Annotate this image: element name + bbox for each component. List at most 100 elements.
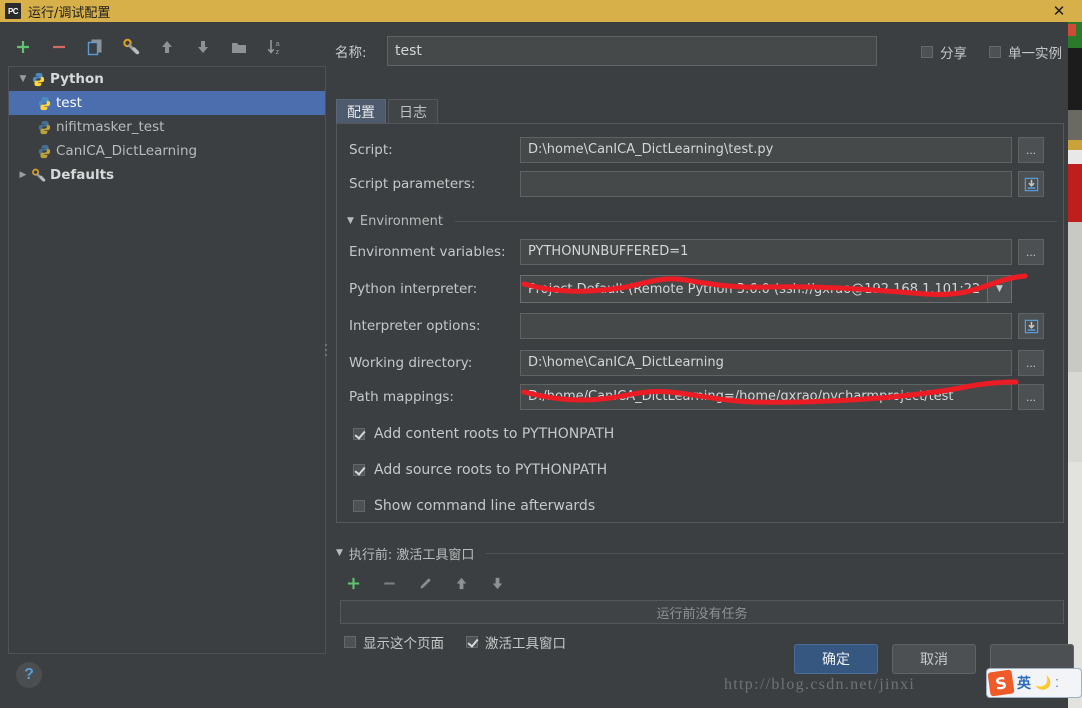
path-mappings-input[interactable]: D:/home/CanICA_DictLearning=/home/gxrao/… — [520, 384, 1012, 410]
working-directory-label: Working directory: — [349, 355, 473, 371]
checkbox-box — [344, 636, 356, 648]
working-directory-input[interactable]: D:\home\CanICA_DictLearning — [520, 350, 1012, 376]
python-interpreter-combobox[interactable]: Project Default (Remote Python 3.6.0 (ss… — [520, 275, 1012, 303]
tree-item-nifitmasker-test[interactable]: nifitmasker_test — [9, 115, 325, 139]
show-this-page-checkbox[interactable]: 显示这个页面 — [344, 632, 444, 652]
tab-configuration[interactable]: 配置 — [336, 99, 386, 124]
configuration-editor-pane: 名称: test 分享 单一实例 配置 日志 Script: D:\home\C… — [332, 22, 1068, 708]
name-label: 名称: — [335, 45, 367, 61]
python-icon — [37, 120, 52, 135]
configurations-tree[interactable]: ▼ Python test nifitmasker_test CanICA_Di… — [8, 66, 326, 654]
ime-toolbar[interactable]: S 英 🌙 ⁚ — [986, 668, 1082, 698]
path-mappings-label: Path mappings: — [349, 389, 454, 405]
share-label: 分享 — [940, 46, 967, 62]
moon-icon[interactable]: 🌙 — [1035, 675, 1051, 691]
interpreter-options-row: Interpreter options: — [337, 312, 1065, 340]
section-divider — [486, 552, 1064, 554]
script-parameters-input[interactable] — [520, 171, 1012, 197]
tree-group-python[interactable]: ▼ Python — [9, 67, 325, 91]
tree-item-canica-dictlearning-label: CanICA_DictLearning — [56, 143, 198, 159]
before-launch-task-list[interactable]: 运行前没有任务 — [340, 600, 1064, 624]
show-this-page-label: 显示这个页面 — [363, 636, 444, 652]
ime-mode-label[interactable]: 英 — [1017, 673, 1031, 693]
sort-alphabetically-button[interactable]: a z — [262, 34, 288, 60]
add-task-button[interactable] — [340, 570, 366, 596]
activate-tool-window-checkbox[interactable]: 激活工具窗口 — [466, 632, 566, 652]
name-row-options: 分享 单一实例 — [921, 42, 1062, 62]
before-launch-toolbar — [340, 570, 510, 596]
python-interpreter-value: Project Default (Remote Python 3.6.0 (ss… — [528, 281, 981, 297]
interpreter-options-label: Interpreter options: — [349, 318, 481, 334]
add-content-roots-label: Add content roots to PYTHONPATH — [374, 426, 615, 442]
dots-icon[interactable]: ⁚ — [1055, 677, 1059, 690]
add-source-roots-label: Add source roots to PYTHONPATH — [374, 462, 608, 478]
wrench-icon — [31, 168, 46, 183]
sogou-logo-icon[interactable]: S — [987, 669, 1015, 697]
working-directory-row: Working directory: D:\home\CanICA_DictLe… — [337, 349, 1065, 377]
new-folder-button[interactable] — [226, 34, 252, 60]
configurations-toolbar: a z — [0, 32, 332, 62]
edit-templates-button[interactable] — [118, 34, 144, 60]
pycharm-logo-icon: PC — [5, 3, 21, 19]
cancel-button[interactable]: 取消 — [892, 644, 976, 674]
path-mappings-browse-button[interactable]: ... — [1018, 384, 1044, 410]
tree-item-canica-dictlearning[interactable]: CanICA_DictLearning — [9, 139, 325, 163]
editor-tabs: 配置 日志 — [336, 98, 1064, 124]
close-icon[interactable]: ✕ — [1042, 0, 1076, 22]
remove-task-button[interactable] — [376, 570, 402, 596]
tree-item-test-label: test — [56, 95, 82, 111]
script-row: Script: D:\home\CanICA_DictLearning\test… — [337, 136, 1065, 164]
add-content-roots-checkbox[interactable]: Add content roots to PYTHONPATH — [353, 426, 614, 442]
configuration-form: Script: D:\home\CanICA_DictLearning\test… — [336, 123, 1064, 523]
show-command-line-label: Show command line afterwards — [374, 498, 596, 514]
run-debug-configurations-dialog: PC 运行/调试配置 ✕ a z ▼ Python test nifitmask… — [0, 0, 1082, 708]
interpreter-options-input[interactable] — [520, 313, 1012, 339]
tab-logs[interactable]: 日志 — [388, 99, 438, 124]
add-source-roots-checkbox[interactable]: Add source roots to PYTHONPATH — [353, 462, 607, 478]
python-interpreter-label: Python interpreter: — [349, 281, 478, 297]
add-configuration-button[interactable] — [10, 34, 36, 60]
chevron-down-icon[interactable]: ▼ — [987, 276, 1011, 302]
python-icon — [31, 72, 46, 87]
environment-section-label: Environment — [359, 213, 443, 229]
help-button[interactable]: ? — [16, 662, 42, 688]
script-input[interactable]: D:\home\CanICA_DictLearning\test.py — [520, 137, 1012, 163]
move-down-button[interactable] — [190, 34, 216, 60]
move-task-down-button[interactable] — [484, 570, 510, 596]
single-instance-checkbox[interactable]: 单一实例 — [989, 42, 1062, 62]
tree-group-python-label: Python — [50, 71, 104, 87]
tree-group-defaults[interactable]: ▶ Defaults — [9, 163, 325, 187]
ok-button[interactable]: 确定 — [794, 644, 878, 674]
environment-variables-input[interactable]: PYTHONUNBUFFERED=1 — [520, 239, 1012, 265]
script-browse-button[interactable]: ... — [1018, 137, 1044, 163]
chevron-right-icon[interactable]: ▶ — [15, 170, 31, 180]
configurations-panel: a z ▼ Python test nifitmasker_test CanIC… — [0, 22, 332, 708]
copy-configuration-button[interactable] — [82, 34, 108, 60]
before-launch-section-header[interactable]: ▼ 执行前: 激活工具窗口 — [336, 544, 1064, 563]
panel-splitter[interactable] — [323, 330, 329, 370]
remove-configuration-button[interactable] — [46, 34, 72, 60]
chevron-down-icon[interactable]: ▼ — [336, 548, 343, 558]
checkbox-box — [989, 46, 1001, 58]
chevron-down-icon[interactable]: ▼ — [15, 74, 31, 84]
tree-item-test[interactable]: test — [9, 91, 325, 115]
chevron-down-icon[interactable]: ▼ — [347, 216, 354, 226]
name-input[interactable]: test — [387, 36, 877, 66]
working-directory-browse-button[interactable]: ... — [1018, 350, 1044, 376]
share-checkbox[interactable]: 分享 — [921, 42, 967, 62]
script-label: Script: — [349, 142, 393, 158]
environment-variables-browse-button[interactable]: ... — [1018, 239, 1044, 265]
edit-task-button[interactable] — [412, 570, 438, 596]
tree-group-defaults-label: Defaults — [50, 167, 115, 183]
checkbox-box — [353, 500, 365, 512]
python-icon — [37, 96, 52, 111]
single-instance-label: 单一实例 — [1008, 46, 1062, 62]
svg-text:z: z — [276, 47, 280, 56]
activate-tool-window-label: 激活工具窗口 — [485, 636, 566, 652]
environment-section-header[interactable]: ▼ Environment — [347, 212, 1057, 230]
move-task-up-button[interactable] — [448, 570, 474, 596]
expand-macros-icon[interactable] — [1018, 313, 1044, 339]
show-command-line-checkbox[interactable]: Show command line afterwards — [353, 498, 595, 514]
expand-macros-icon[interactable] — [1018, 171, 1044, 197]
move-up-button[interactable] — [154, 34, 180, 60]
